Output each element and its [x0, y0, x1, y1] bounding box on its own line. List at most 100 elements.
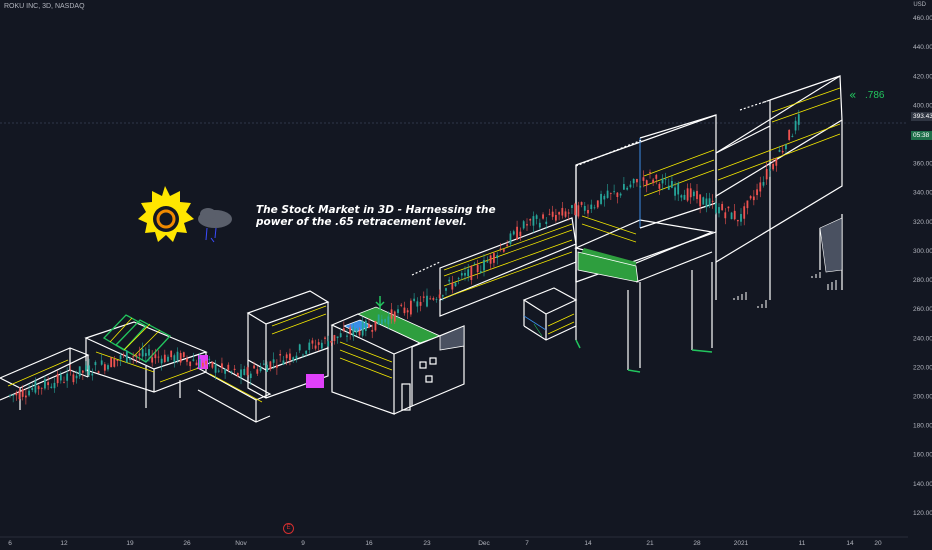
candle-body — [217, 370, 220, 372]
candle-body — [451, 282, 454, 290]
candle-body — [182, 352, 185, 357]
candle-body — [457, 278, 460, 280]
x-tick-label: 14 — [846, 540, 854, 547]
candle-body — [227, 364, 230, 370]
candle-body — [587, 209, 589, 214]
candle-body — [9, 395, 11, 397]
candle-body — [246, 367, 249, 376]
chart-caption: The Stock Market in 3D - Harnessing the … — [256, 204, 496, 228]
candle-body — [686, 188, 689, 201]
price-axis: 120.00 140.00 160.00 180.00 200.00 220.00 240.… — [913, 15, 932, 517]
x-tick-label: 2021 — [734, 540, 749, 547]
symbol-title[interactable]: ROKU INC, 3D, NASDAQ — [4, 3, 85, 10]
x-tick-label: 14 — [584, 540, 592, 547]
candle-body — [667, 185, 670, 190]
candle-body — [702, 197, 705, 205]
x-tick-label: 12 — [60, 540, 68, 547]
candle-body — [567, 212, 570, 214]
candle-body — [512, 231, 515, 235]
earnings-event-marker[interactable]: E — [283, 523, 294, 534]
blue-box — [522, 248, 581, 349]
candle-body — [12, 394, 15, 396]
candle-body — [201, 362, 204, 367]
candle-body — [489, 255, 492, 264]
candle-body — [499, 248, 502, 250]
candle-body — [157, 356, 160, 358]
candle-body — [422, 296, 425, 298]
candle-body — [561, 207, 564, 216]
candle-body — [705, 198, 708, 208]
candle-body — [214, 364, 217, 373]
candle-body — [40, 387, 43, 389]
candle-body — [211, 361, 214, 368]
solar-panels — [102, 314, 172, 363]
candle-body — [100, 360, 103, 365]
candle-body — [778, 150, 781, 152]
y-tick-label: 460.00 — [913, 15, 932, 22]
candle-body — [129, 358, 131, 360]
pool-building — [330, 306, 442, 415]
candle-body — [377, 314, 380, 325]
candle-body — [699, 194, 702, 207]
candle-body — [600, 193, 602, 204]
candle-body — [330, 340, 333, 343]
candle-body — [85, 365, 87, 372]
candle-body — [289, 353, 291, 361]
candle-body — [390, 309, 393, 319]
candle-body — [775, 158, 778, 166]
candle-body — [47, 382, 50, 386]
y-tick-label: 180.00 — [913, 423, 932, 430]
candle-body — [721, 204, 724, 211]
candle-body — [279, 354, 282, 356]
candle-body — [730, 212, 733, 220]
candle-body — [403, 307, 406, 314]
candle-body — [63, 381, 65, 383]
candle-body — [368, 324, 370, 328]
candle-body — [374, 320, 377, 331]
candle-body — [272, 359, 275, 363]
candle-body — [674, 187, 676, 196]
candle-body — [243, 368, 246, 375]
candle-body — [380, 319, 383, 325]
candle-body — [708, 198, 711, 207]
candle-body — [609, 192, 612, 194]
candle-body — [791, 135, 794, 137]
candle-body — [198, 358, 201, 368]
candle-body — [677, 183, 680, 195]
candle-body — [432, 298, 435, 300]
candle-body — [256, 369, 259, 374]
candle-body — [479, 271, 482, 273]
candle-body — [664, 178, 667, 180]
candle-body — [794, 120, 797, 131]
candle-body — [429, 298, 432, 300]
candle-body — [629, 184, 632, 188]
candle-body — [692, 191, 695, 197]
candle-body — [384, 319, 387, 323]
rain-cloud-icon — [198, 208, 232, 243]
candle-body — [352, 327, 355, 337]
candle-body — [506, 244, 509, 247]
candle-body — [15, 392, 18, 396]
candle-body — [103, 364, 106, 371]
candle-body — [645, 180, 648, 186]
candle-body — [78, 366, 81, 377]
y-tick-label: 360.00 — [913, 161, 932, 168]
candle-body — [24, 395, 27, 398]
candle-body — [160, 358, 163, 364]
candle-body — [746, 200, 749, 209]
chart-canvas[interactable]: 120.00 140.00 160.00 180.00 200.00 220.00 240.… — [0, 0, 932, 550]
candle-body — [476, 264, 479, 273]
y-tick-label: 340.00 — [913, 190, 932, 197]
candle-body — [259, 367, 262, 372]
candle-body — [596, 200, 599, 208]
x-tick-label: 26 — [183, 540, 191, 547]
candle-body — [91, 373, 94, 376]
candle-body — [765, 168, 768, 180]
candle-body — [655, 174, 658, 179]
candle-body — [269, 361, 272, 370]
y-tick-label: 420.00 — [913, 73, 932, 80]
candle-body — [249, 373, 252, 379]
candle-body — [542, 214, 544, 219]
candle-body — [464, 272, 466, 276]
x-tick-label: 21 — [646, 540, 654, 547]
